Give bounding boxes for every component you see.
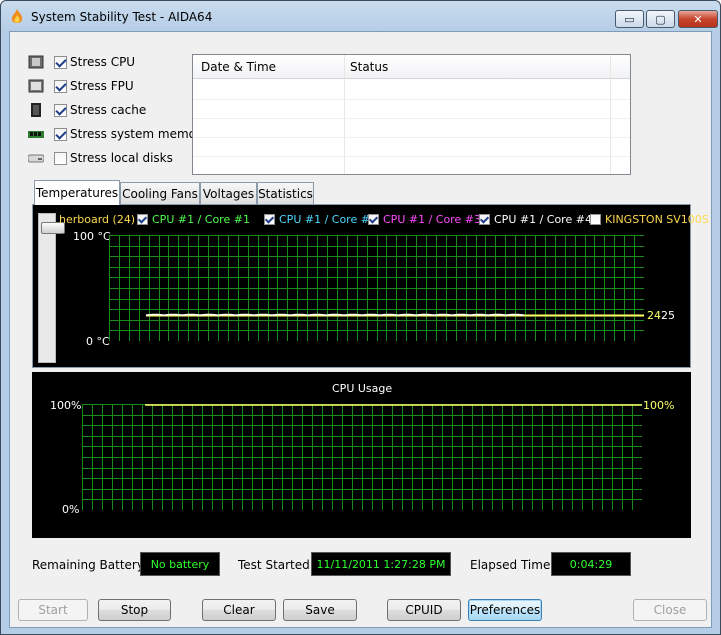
stress-fpu-option[interactable]: Stress FPU xyxy=(28,76,134,96)
disk-icon xyxy=(28,154,44,163)
log-header: Date & Time Status xyxy=(193,55,630,79)
test-started-value: 11/11/2011 1:27:28 PM xyxy=(311,552,451,576)
preferences-button[interactable]: Preferences xyxy=(468,599,542,621)
stress-cache-label: Stress cache xyxy=(70,103,147,117)
stress-cpu-checkbox[interactable] xyxy=(54,55,67,69)
log-row xyxy=(193,156,630,157)
temp-y-min-label: 0 °C xyxy=(86,335,110,348)
log-row xyxy=(193,137,630,138)
stress-memory-label: Stress system memory xyxy=(70,127,209,141)
window-title: System Stability Test - AIDA64 xyxy=(31,10,213,24)
close-button[interactable]: Close xyxy=(633,599,707,621)
minimize-button[interactable]: ▭ xyxy=(615,10,644,28)
stress-fpu-label: Stress FPU xyxy=(70,79,134,93)
temp-y-max-label: 100 °C xyxy=(73,230,111,243)
legend-checkbox[interactable] xyxy=(137,214,148,225)
stress-cpu-label: Stress CPU xyxy=(70,55,136,69)
legend-checkbox[interactable] xyxy=(590,214,601,225)
log-column-status[interactable]: Status xyxy=(350,60,388,74)
legend-label: CPU #1 / Core #2 xyxy=(279,213,377,226)
client-area: Stress CPU Stress FPU Stress cache Stres… xyxy=(9,31,712,628)
battery-value: No battery xyxy=(140,552,220,576)
maximize-icon: ▢ xyxy=(655,12,666,26)
legend-item[interactable]: CPU #1 / Core #4 xyxy=(479,213,592,226)
legend-scroll-track[interactable] xyxy=(38,213,65,363)
tab-temperatures[interactable]: Temperatures xyxy=(34,180,120,205)
stress-cpu-option[interactable]: Stress CPU xyxy=(28,52,135,72)
tab-cooling-fans[interactable]: Cooling Fans xyxy=(120,182,200,204)
usage-current-value: 100% xyxy=(643,399,675,412)
temperature-plot xyxy=(109,235,644,341)
test-started-label: Test Started: xyxy=(238,558,314,572)
close-icon: ✕ xyxy=(693,12,703,26)
legend-checkbox[interactable] xyxy=(264,214,275,225)
stress-cache-checkbox[interactable] xyxy=(54,103,67,117)
stress-disks-checkbox[interactable] xyxy=(54,151,67,165)
cpu-usage-title: CPU Usage xyxy=(332,382,393,395)
legend-label: KINGSTON SV100S xyxy=(605,213,709,226)
aida64-flame-icon xyxy=(11,9,23,23)
legend-item[interactable]: CPU #1 / Core #1 xyxy=(137,213,250,226)
legend-item[interactable]: CPU #1 / Core #3 xyxy=(368,213,481,226)
clear-button[interactable]: Clear xyxy=(202,599,276,621)
cpuid-button[interactable]: CPUID xyxy=(387,599,461,621)
stress-memory-checkbox[interactable] xyxy=(54,127,67,141)
maximize-button[interactable]: ▢ xyxy=(646,10,675,28)
temp-value-core: 25 xyxy=(661,309,675,322)
memory-icon xyxy=(28,131,44,138)
title-bar[interactable]: System Stability Test - AIDA64 ▭ ▢ ✕ xyxy=(1,1,720,31)
log-row xyxy=(193,118,630,119)
save-button[interactable]: Save xyxy=(283,599,357,621)
start-button[interactable]: Start xyxy=(18,599,88,621)
stress-disks-option[interactable]: Stress local disks xyxy=(28,148,173,168)
legend-item[interactable]: KINGSTON SV100S xyxy=(590,213,709,226)
log-column-datetime[interactable]: Date & Time xyxy=(201,60,276,74)
legend-label: CPU #1 / Core #4 xyxy=(494,213,592,226)
legend-checkbox[interactable] xyxy=(479,214,490,225)
stop-button[interactable]: Stop xyxy=(98,599,171,621)
cpu-icon xyxy=(28,55,44,69)
legend-label: CPU #1 / Core #3 xyxy=(383,213,481,226)
temp-value-board: 24 xyxy=(647,309,661,322)
legend-checkbox[interactable] xyxy=(368,214,379,225)
legend-label: CPU #1 / Core #1 xyxy=(152,213,250,226)
legend-item[interactable]: CPU #1 / Core #2 xyxy=(264,213,377,226)
legend-label: herboard (24) xyxy=(59,213,136,226)
legend-item[interactable]: herboard (24) xyxy=(59,213,135,226)
close-window-button[interactable]: ✕ xyxy=(678,10,718,28)
stress-cache-option[interactable]: Stress cache xyxy=(28,100,146,120)
cpu-usage-graph: CPU Usage 100% 0% 100% xyxy=(32,372,691,538)
cpu-usage-plot xyxy=(82,404,642,510)
stress-fpu-checkbox[interactable] xyxy=(54,79,67,93)
tab-statistics[interactable]: Statistics xyxy=(257,182,314,204)
battery-label: Remaining Battery: xyxy=(32,558,148,572)
cache-icon xyxy=(31,103,41,117)
event-log-table[interactable]: Date & Time Status xyxy=(192,54,631,175)
core-temp-line xyxy=(145,313,525,316)
log-row xyxy=(193,99,630,100)
minimize-icon: ▭ xyxy=(624,12,635,26)
usage-y-min-label: 0% xyxy=(62,503,80,516)
stress-memory-option[interactable]: Stress system memory xyxy=(28,124,208,144)
elapsed-time-label: Elapsed Time: xyxy=(470,558,555,572)
stress-disks-label: Stress local disks xyxy=(70,151,173,165)
window: System Stability Test - AIDA64 ▭ ▢ ✕ Str… xyxy=(0,0,721,635)
temperature-graph: herboard (24) CPU #1 / Core #1 CPU #1 / Co… xyxy=(32,204,709,368)
elapsed-time-value: 0:04:29 xyxy=(551,552,631,576)
tab-voltages[interactable]: Voltages xyxy=(200,182,257,204)
usage-y-max-label: 100% xyxy=(50,399,82,412)
fpu-icon xyxy=(28,79,44,93)
